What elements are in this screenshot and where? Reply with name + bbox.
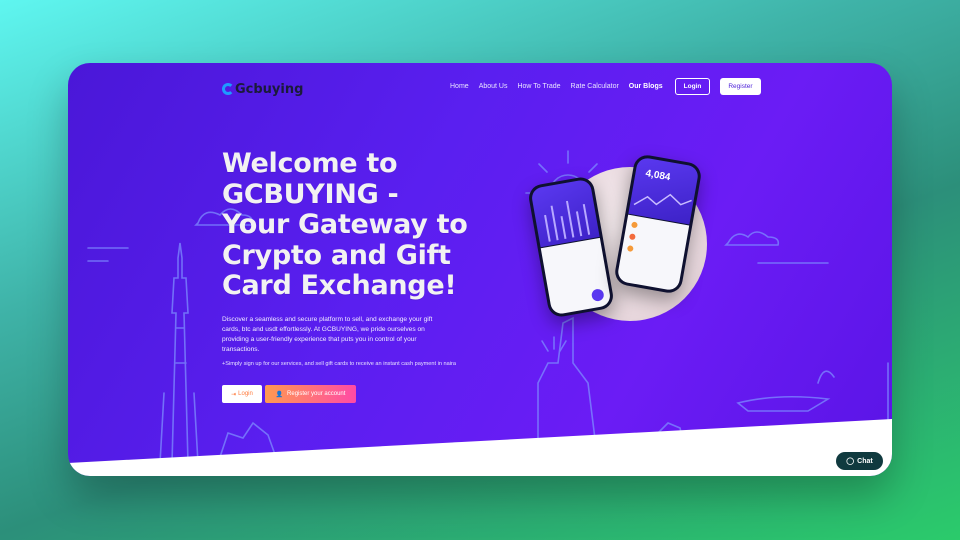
nav-about-us[interactable]: About Us: [479, 83, 508, 90]
hero-description: Discover a seamless and secure platform …: [222, 316, 433, 353]
main-nav: Home About Us How To Trade Rate Calculat…: [450, 78, 761, 95]
nav-home[interactable]: Home: [450, 83, 469, 90]
nav-our-blogs[interactable]: Our Blogs: [629, 83, 663, 90]
nav-rate-calculator[interactable]: Rate Calculator: [571, 83, 619, 90]
chat-bubble-icon: ◯: [846, 458, 855, 465]
hero-title: Welcome to GCBUYING - Your Gateway to Cr…: [222, 148, 468, 301]
login-arrow-icon: ⇥: [231, 391, 237, 398]
chat-button[interactable]: ◯ Chat: [836, 452, 883, 470]
hero-register-label: Register your account: [287, 391, 346, 397]
fab-button-icon: [590, 288, 605, 303]
coin-icon: [628, 233, 636, 241]
header-login-button[interactable]: Login: [674, 78, 711, 95]
user-icon: 👤: [275, 391, 284, 398]
brand-logo[interactable]: Gcbuying: [222, 79, 303, 99]
mockup-balance: 4,084: [644, 168, 672, 184]
bottom-wave-shape: [68, 419, 892, 476]
hero-note: +Simply sign up for our services, and se…: [222, 361, 456, 367]
nav-how-to-trade[interactable]: How To Trade: [517, 83, 560, 90]
logo-text: Gcbuying: [235, 81, 304, 97]
chat-label: Chat: [857, 457, 873, 465]
header-register-button[interactable]: Register: [720, 78, 761, 95]
hero-register-button[interactable]: 👤 Register your account: [265, 385, 356, 403]
logo-mark-icon: [222, 83, 234, 95]
hero-login-button[interactable]: ⇥ Login: [222, 385, 262, 403]
coin-icon: [626, 245, 634, 253]
website-frame: Gcbuying Home About Us How To Trade Rate…: [68, 63, 892, 476]
coin-icon: [631, 221, 638, 229]
hero-login-label: Login: [238, 391, 253, 397]
